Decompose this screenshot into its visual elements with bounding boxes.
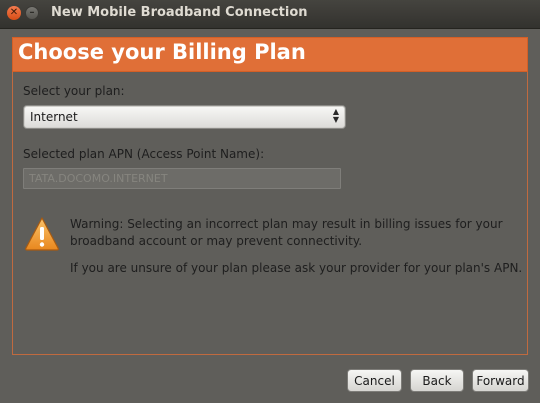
- up-down-arrows-icon: ▲ ▼: [332, 107, 339, 124]
- minimize-icon[interactable]: –: [25, 6, 39, 20]
- page-title: Choose your Billing Plan: [18, 40, 306, 64]
- title-bar[interactable]: ✕ – New Mobile Broadband Connection: [0, 0, 540, 29]
- forward-button[interactable]: Forward: [472, 369, 529, 392]
- window-title: New Mobile Broadband Connection: [51, 5, 308, 20]
- warning-icon: [25, 217, 59, 251]
- apn-value: TATA.DOCOMO.INTERNET: [29, 172, 168, 185]
- plan-label: Select your plan:: [23, 84, 125, 98]
- apn-field: TATA.DOCOMO.INTERNET: [23, 168, 341, 189]
- dialog-window: ✕ – New Mobile Broadband Connection Choo…: [0, 0, 540, 403]
- plan-select-value: Internet: [30, 110, 78, 124]
- warning-text: Warning: Selecting an incorrect plan may…: [70, 217, 503, 248]
- warning-note: If you are unsure of your plan please as…: [70, 261, 523, 275]
- close-icon[interactable]: ✕: [7, 6, 21, 20]
- plan-select[interactable]: Internet ▲ ▼: [23, 105, 346, 129]
- page-header: Choose your Billing Plan: [12, 37, 528, 72]
- back-button[interactable]: Back: [410, 369, 464, 392]
- cancel-button[interactable]: Cancel: [347, 369, 402, 392]
- apn-label: Selected plan APN (Access Point Name):: [23, 147, 265, 161]
